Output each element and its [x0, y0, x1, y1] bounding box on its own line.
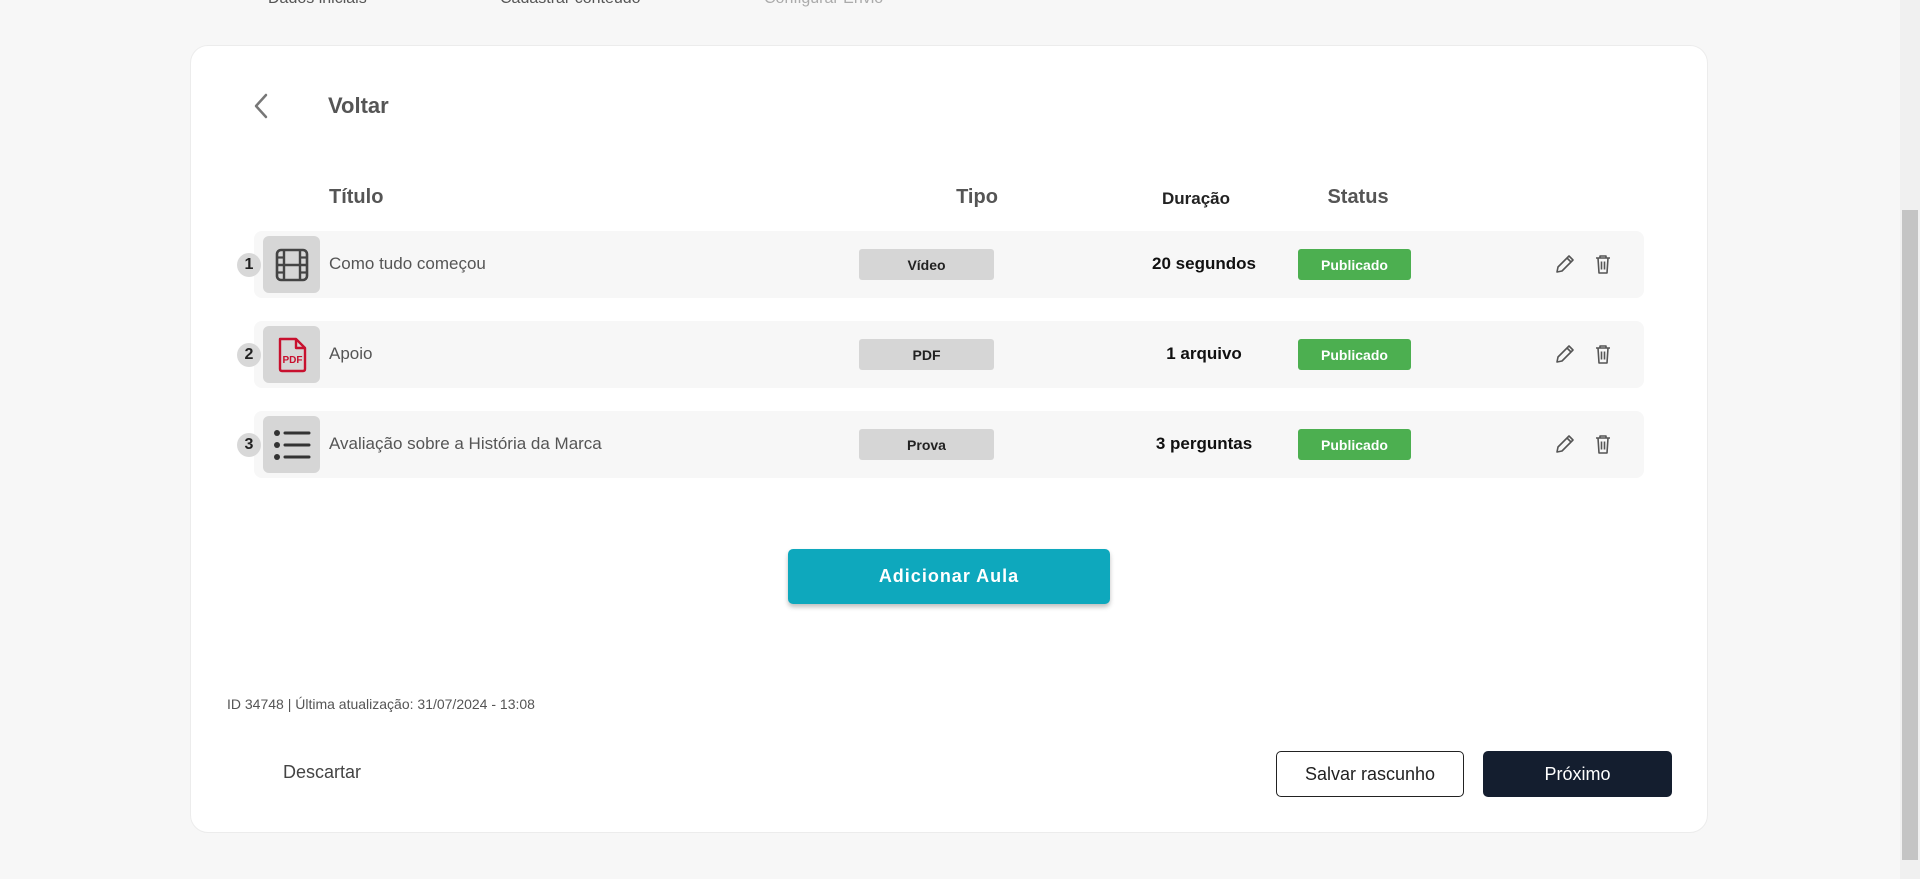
status-badge: Publicado: [1298, 249, 1411, 280]
step-configurar-envio[interactable]: Configurar Envio: [764, 0, 883, 8]
step-cadastrar-conteudo[interactable]: Cadastrar conteúdo: [500, 0, 641, 8]
scrollbar[interactable]: [1900, 0, 1920, 879]
film-icon: [263, 236, 320, 293]
pencil-icon[interactable]: [1552, 341, 1578, 367]
lesson-number: 1: [237, 253, 261, 277]
status-badge: Publicado: [1298, 429, 1411, 460]
step-dados-iniciais[interactable]: Dados iniciais: [268, 0, 367, 8]
save-draft-button[interactable]: Salvar rascunho: [1276, 751, 1464, 797]
stepper: Dados iniciais Cadastrar conteúdo Config…: [0, 0, 1900, 10]
lesson-number: 2: [237, 343, 261, 367]
lesson-title: Como tudo começou: [329, 254, 486, 273]
chevron-left-icon: [241, 86, 281, 126]
lesson-title: Avaliação sobre a História da Marca: [329, 434, 602, 453]
column-header-duration: Duração: [1161, 189, 1231, 208]
content-card: Voltar Título Tipo Duração Status 1 Como…: [190, 45, 1708, 833]
lesson-number: 3: [237, 433, 261, 457]
lesson-row[interactable]: 2 PDF Apoio PDF 1 arquivo Publicado: [237, 321, 1644, 388]
trash-icon[interactable]: [1590, 251, 1616, 277]
add-lesson-button[interactable]: Adicionar Aula: [788, 549, 1110, 604]
type-badge: Prova: [859, 429, 994, 460]
pdf-icon: PDF: [263, 326, 320, 383]
trash-icon[interactable]: [1590, 341, 1616, 367]
lesson-row[interactable]: 3 Avaliação sobre a História da Marca Pr…: [237, 411, 1644, 478]
lesson-title: Apoio: [329, 344, 373, 363]
discard-button[interactable]: Descartar: [283, 762, 361, 783]
column-header-title: Título: [329, 186, 384, 208]
back-label: Voltar: [328, 93, 389, 118]
scrollbar-thumb[interactable]: [1902, 210, 1918, 860]
type-badge: Vídeo: [859, 249, 994, 280]
list-icon: [263, 416, 320, 473]
back-button[interactable]: Voltar: [241, 86, 389, 126]
pencil-icon[interactable]: [1552, 431, 1578, 457]
pencil-icon[interactable]: [1552, 251, 1578, 277]
lesson-row[interactable]: 1 Como tudo começou Vídeo 20 segundos Pu…: [237, 231, 1644, 298]
record-meta: ID 34748 | Última atualização: 31/07/202…: [227, 696, 535, 712]
column-header-status: Status: [1327, 186, 1389, 208]
type-badge: PDF: [859, 339, 994, 370]
svg-text:PDF: PDF: [282, 355, 302, 366]
next-button[interactable]: Próximo: [1483, 751, 1672, 797]
trash-icon[interactable]: [1590, 431, 1616, 457]
column-header-type: Tipo: [956, 186, 998, 208]
status-badge: Publicado: [1298, 339, 1411, 370]
